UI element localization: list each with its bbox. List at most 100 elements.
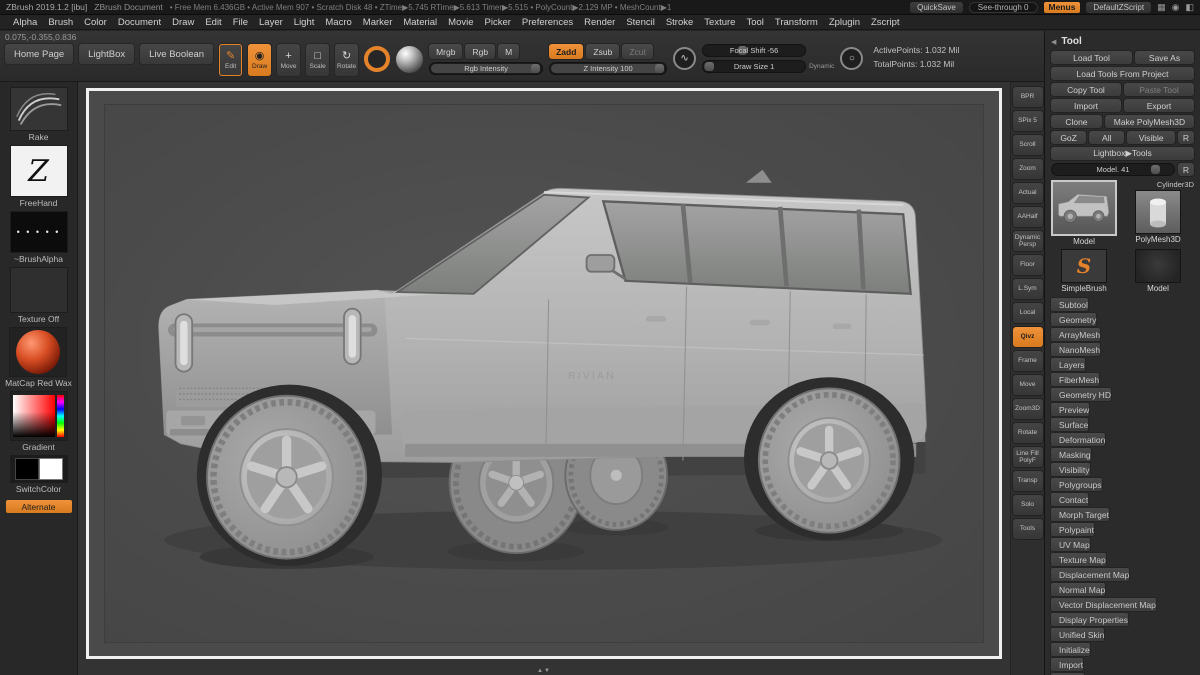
current-alpha-selector[interactable]: • • • • • ~BrushAlpha	[9, 211, 68, 264]
main-color-swatch[interactable]	[14, 458, 39, 480]
shelf-button[interactable]: SPix 5	[1012, 111, 1043, 131]
stroke-thumbnail[interactable]: Z	[9, 145, 68, 197]
hue-bar[interactable]	[57, 395, 64, 437]
goz-button[interactable]: GoZ	[1051, 131, 1087, 144]
m-button[interactable]: M	[498, 44, 520, 59]
alpha-thumbnail[interactable]: • • • • •	[9, 211, 68, 253]
zsub-button[interactable]: Zsub	[586, 44, 620, 59]
current-material-selector[interactable]: MatCap Red Wax	[5, 327, 72, 388]
tool-section[interactable]: Texture Map	[1051, 553, 1106, 566]
see-through-slider[interactable]: See-through 0	[968, 1, 1038, 13]
menu-item[interactable]: Material	[398, 16, 442, 29]
tool-section[interactable]: ArrayMesh	[1051, 328, 1101, 341]
menus-toggle[interactable]: Menus	[1043, 1, 1081, 13]
switch-color-control[interactable]: SwitchColor	[9, 455, 68, 494]
tool-section[interactable]: Subtool	[1051, 298, 1088, 311]
rgb-button[interactable]: Rgb	[465, 44, 496, 59]
current-brush-selector[interactable]: Rake	[9, 87, 68, 142]
tool-section[interactable]: Polygroups	[1051, 478, 1102, 491]
load-tool-button[interactable]: Load Tool	[1051, 51, 1132, 64]
shelf-button[interactable]: Local	[1012, 303, 1043, 323]
color-picker[interactable]: Gradient	[9, 391, 68, 452]
menu-item[interactable]: Picker	[480, 16, 516, 29]
shelf-button[interactable]: BPR	[1012, 87, 1043, 107]
current-tool-thumb[interactable]: Model	[1051, 180, 1117, 246]
goz-all-button[interactable]: All	[1089, 131, 1125, 144]
stroke-icon[interactable]: ∿	[673, 47, 697, 70]
rotate-mode-button[interactable]: ↻ Rotate	[335, 44, 359, 76]
menu-item[interactable]: Tool	[741, 16, 768, 29]
cylinder-tool-thumb[interactable]: Cylinder3D PolyMesh3D	[1122, 180, 1194, 246]
color-picker-thumbnail[interactable]	[9, 391, 68, 441]
menu-item[interactable]: Movie	[443, 16, 478, 29]
shelf-button[interactable]: Solo	[1012, 495, 1043, 515]
draw-mode-button[interactable]: ◉ Draw	[248, 44, 272, 76]
tool-section[interactable]: Polypaint	[1051, 523, 1094, 536]
saturation-value-box[interactable]	[13, 395, 55, 437]
menu-item[interactable]: Macro	[320, 16, 356, 29]
texture-thumbnail[interactable]	[9, 267, 68, 313]
tray-divider-arrows[interactable]: ▲▼	[537, 668, 551, 674]
tool-section[interactable]: Masking	[1051, 448, 1091, 461]
edit-mode-button[interactable]: ✎ Edit	[219, 44, 243, 76]
tool-section[interactable]: Morph Target	[1051, 508, 1109, 521]
rgb-intensity-slider[interactable]: Rgb Intensity	[429, 62, 544, 75]
tool-section[interactable]: FiberMesh	[1051, 373, 1100, 386]
move-mode-button[interactable]: + Move	[277, 44, 301, 76]
tool-section[interactable]: Preview	[1051, 403, 1090, 416]
menu-item[interactable]: Zscript	[866, 16, 905, 29]
z-intensity-slider[interactable]: Z Intensity 100	[549, 62, 668, 75]
alpha-icon[interactable]: ○	[840, 47, 864, 70]
shelf-button[interactable]: Zoom	[1012, 159, 1043, 179]
tool-r-button[interactable]: R	[1178, 163, 1194, 176]
shelf-button[interactable]: AAHalf	[1012, 207, 1043, 227]
color-swatches[interactable]	[9, 455, 68, 483]
tool-section[interactable]: Geometry	[1051, 313, 1097, 326]
shelf-button[interactable]: Floor	[1012, 255, 1043, 275]
default-zscript-button[interactable]: DefaultZScript	[1086, 1, 1152, 13]
dynamic-label[interactable]: Dynamic	[809, 63, 834, 70]
shelf-button[interactable]: Transp	[1012, 471, 1043, 491]
tool-section[interactable]: NanoMesh	[1051, 343, 1101, 356]
current-brush-icon[interactable]	[364, 46, 391, 72]
mrgb-button[interactable]: Mrgb	[429, 44, 463, 59]
tool-select-slider[interactable]: Model. 41	[1051, 163, 1175, 176]
tool-section[interactable]: Normal Map	[1051, 583, 1106, 596]
menu-item[interactable]: Transform	[770, 16, 823, 29]
tool-section[interactable]: Initialize	[1051, 643, 1090, 656]
menu-item[interactable]: File	[228, 16, 253, 29]
shelf-button[interactable]: Actual	[1012, 183, 1043, 203]
tool-section[interactable]: Unified Skin	[1051, 628, 1105, 641]
home-page-button[interactable]: Home Page	[5, 44, 74, 64]
simplebrush-preview[interactable]: S	[1061, 249, 1107, 283]
menu-item[interactable]: Zplugin	[824, 16, 865, 29]
lightbox-button[interactable]: LightBox	[79, 44, 135, 64]
tool-section[interactable]: Surface	[1051, 418, 1089, 431]
load-tools-from-project-button[interactable]: Load Tools From Project	[1051, 67, 1194, 80]
suv-model[interactable]: RIVIAN	[105, 105, 983, 642]
collapse-arrow-icon[interactable]: ◀	[1051, 38, 1056, 46]
current-tool-preview[interactable]	[1051, 180, 1117, 236]
cylinder-tool-preview[interactable]	[1135, 190, 1181, 234]
simplebrush-tool-thumb[interactable]: S SimpleBrush	[1051, 249, 1117, 293]
shelf-button[interactable]: L.Sym	[1012, 279, 1043, 299]
export-button[interactable]: Export	[1124, 99, 1194, 112]
menu-item[interactable]: Brush	[43, 16, 78, 29]
shelf-button[interactable]: Tools	[1012, 519, 1043, 539]
menu-item[interactable]: Texture	[699, 16, 740, 29]
document-area[interactable]: RIVIAN	[104, 104, 984, 643]
current-texture-selector[interactable]: Texture Off	[9, 267, 68, 324]
menu-item[interactable]: Stencil	[621, 16, 660, 29]
tool-section[interactable]: Contact	[1051, 493, 1089, 506]
tool-section[interactable]: Import	[1051, 658, 1084, 671]
tool-section[interactable]: Geometry HD	[1051, 388, 1111, 401]
menu-item[interactable]: Light	[289, 16, 320, 29]
tool-section[interactable]: Display Properties	[1051, 613, 1128, 626]
clone-button[interactable]: Clone	[1051, 115, 1102, 128]
menu-item[interactable]: Draw	[167, 16, 199, 29]
material-thumbnail[interactable]	[9, 327, 68, 377]
swatch-icon[interactable]: ◧	[1185, 2, 1194, 12]
shelf-button[interactable]: Line Fill PolyF	[1012, 447, 1043, 467]
tool-section[interactable]: Visibility	[1051, 463, 1090, 476]
quicksave-button[interactable]: QuickSave	[910, 1, 963, 13]
